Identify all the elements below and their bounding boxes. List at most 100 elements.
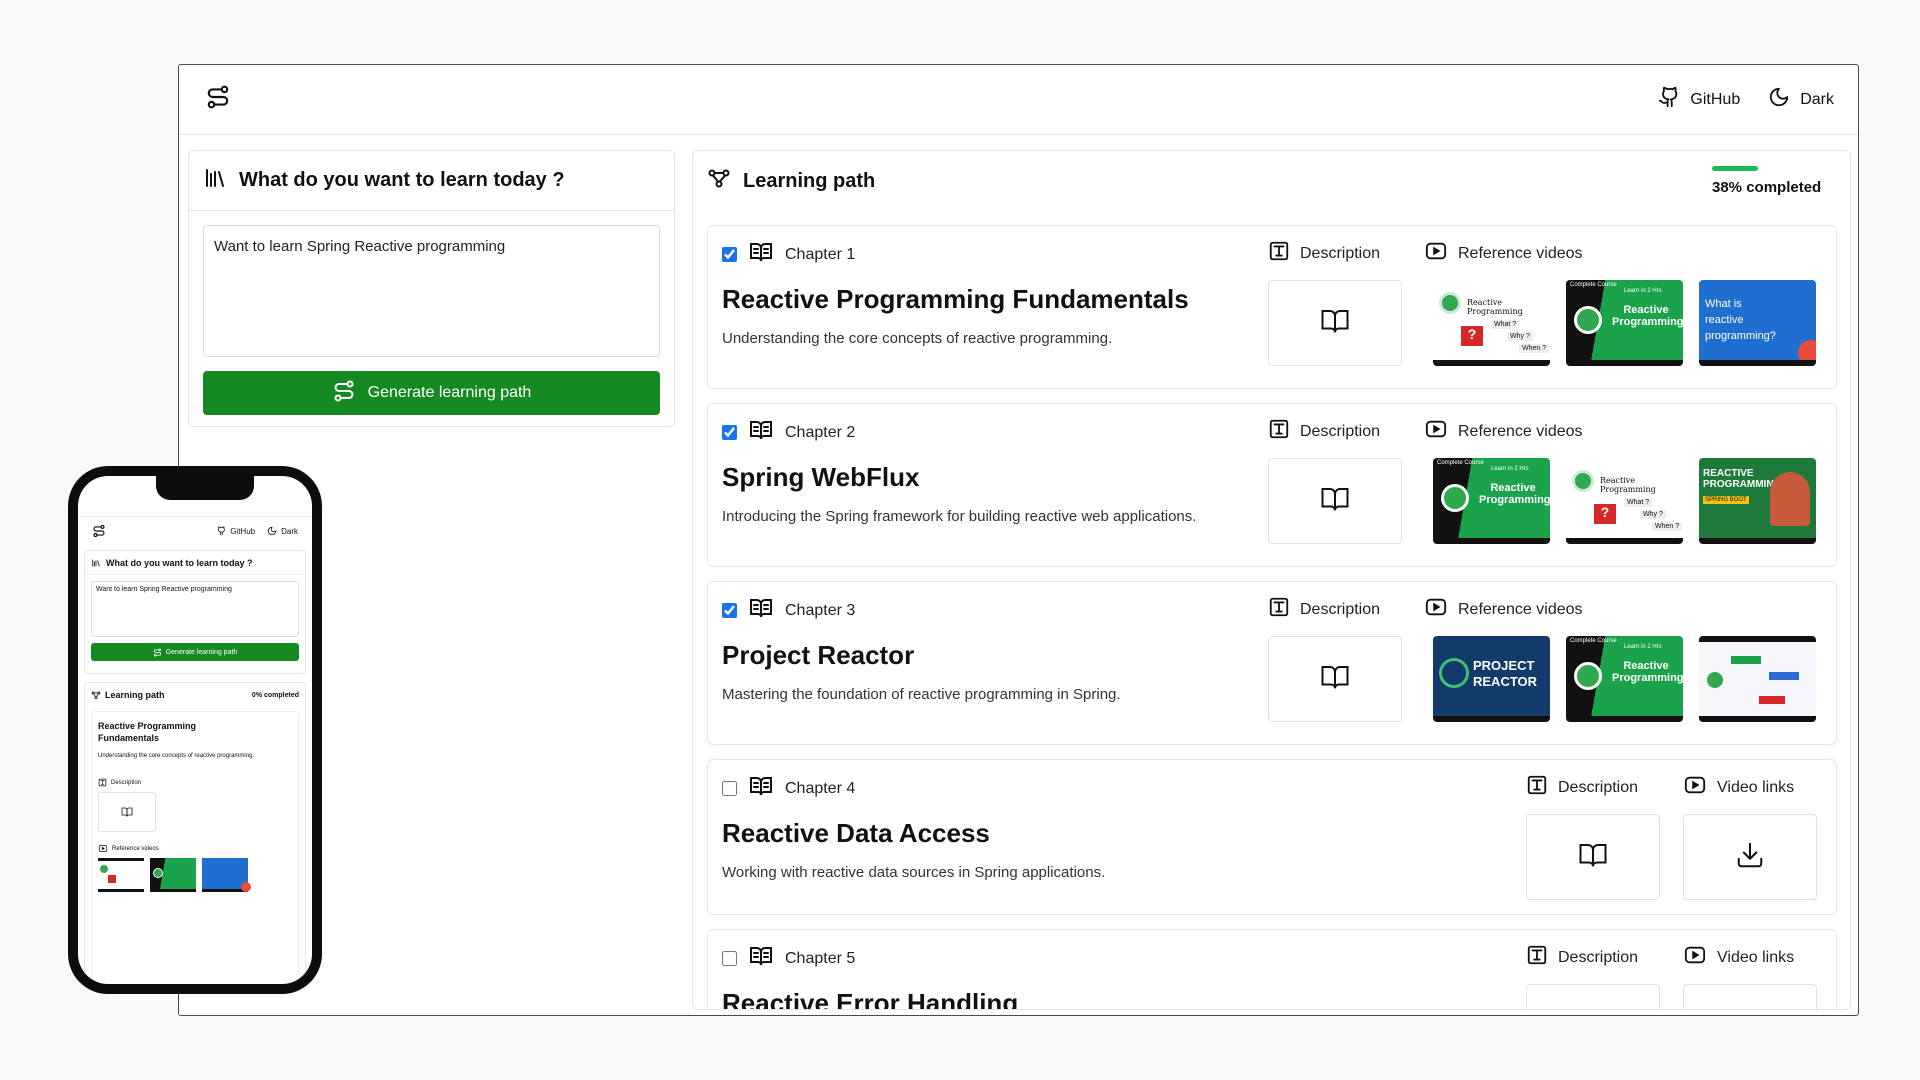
phone-notch [156,476,254,500]
desktop-window: GitHub Dark What do you want to learn to… [178,64,1859,1016]
reference-videos-label-text: Reference videos [1458,422,1583,440]
chapter-title: Reactive Error Handling [722,988,1019,1010]
spring-leaf-icon [1441,484,1469,512]
reference-videos-label-text: Reference videos [112,845,159,852]
chapter-complete-checkbox[interactable] [722,247,737,262]
learning-path-header: Learning path 38% completed [693,151,1850,211]
description-label: Description [1268,240,1380,267]
theme-toggle[interactable]: Dark [1768,86,1834,113]
video-links-label-text: Video links [1717,948,1795,966]
video-thumbnail[interactable]: Complete Course Learn in 2 Hrs Reactive … [1433,458,1550,544]
chapter-title: Project Reactor [722,640,915,670]
github-link[interactable]: GitHub [1658,86,1740,113]
fetch-videos-button[interactable] [1683,814,1817,900]
chapter-card: Chapter 2 Spring WebFlux Introducing the… [707,403,1837,567]
theme-toggle[interactable]: Dark [267,526,298,536]
spring-leaf-icon [1439,292,1461,314]
route-logo-icon[interactable] [205,84,231,115]
chapter-number: Chapter 3 [785,601,856,619]
thumb-text: Complete Course [1570,638,1617,644]
video-icon [1683,944,1707,971]
thumb-text: Why ? [1640,510,1666,519]
progress-fill [1712,166,1758,171]
diagram-box [1759,696,1785,704]
video-links-label: Video links [1683,774,1794,801]
generate-learning-path-button[interactable]: Generate learning path [91,643,299,661]
fetch-videos-button[interactable] [1683,984,1817,1009]
diagram-box [1769,672,1799,680]
thumb-text: What is reactive programming? [1705,298,1776,342]
chapter-complete-checkbox[interactable] [722,603,737,618]
video-thumbnail[interactable]: Complete Course Learn in 2 Hrs Reactive … [1566,636,1683,722]
thumb-text: When ? [1519,344,1550,353]
open-description-button[interactable] [1268,636,1402,722]
progress-label: 0% completed [251,691,299,699]
text-box-icon [1268,596,1290,623]
description-label-text: Description [1300,600,1381,618]
video-thumbnail[interactable] [150,858,196,892]
thumb-text: Reactive Programming [1600,476,1656,494]
book-icon [121,807,133,817]
reference-videos-label: Reference videos [1424,418,1583,445]
video-thumbnail[interactable] [1699,636,1816,722]
github-icon [218,526,225,536]
thumb-text: Reactive Programming [1479,482,1550,506]
generate-learning-path-button[interactable]: Generate learning path [203,371,660,415]
learning-goal-input[interactable]: Want to learn Spring Reactive programmin… [91,581,299,637]
text-box-icon [98,778,107,787]
video-thumbnail[interactable]: Reactive Programming ? What ? Why ? When… [1566,458,1683,544]
progress-indicator: 38% completed [1712,166,1832,196]
moon-icon [267,526,277,536]
open-description-button[interactable] [1268,458,1402,544]
video-thumbnail[interactable]: PROJECT REACTOR [1433,636,1550,722]
video-thumbnail[interactable]: Complete Course Learn in 2 Hrs Reactive … [1566,280,1683,366]
diagram-box [1731,656,1761,664]
chapter-complete-checkbox[interactable] [722,425,737,440]
video-thumbnail[interactable] [98,858,144,892]
chapter-description: Understanding the core concepts of react… [98,753,255,759]
description-label: Description [1526,944,1638,971]
learning-path-title: Learning path [743,169,876,192]
open-description-button[interactable] [1526,984,1660,1009]
chapter-card: Chapter 5 Reactive Error Handling Descri… [707,929,1837,1010]
book-open-text-icon [749,240,773,269]
thumb-text: Reactive Programming [1612,304,1683,328]
description-label: Description [1268,596,1380,623]
learning-path-card: Learning path 0% completed Reactive Prog… [84,682,306,984]
video-thumbnail[interactable]: Reactive Programming ? What ? Why ? When… [1433,280,1550,366]
spring-leaf-icon [1707,672,1723,688]
video-thumbnail[interactable]: REACTIVE PROGRAMMING SPRING BOOT [1699,458,1816,544]
open-description-button[interactable] [98,792,156,832]
text-box-icon [1526,774,1548,801]
reference-videos-label: Reference videos [1424,596,1583,623]
open-description-button[interactable] [1268,280,1402,366]
question-icon: ? [1594,504,1616,524]
workflow-icon [707,166,731,196]
learning-goal-input[interactable]: Want to learn Spring Reactive programmin… [203,225,660,357]
library-icon [92,559,100,566]
chapter-number: Chapter 1 [785,245,856,263]
book-icon [1576,840,1610,875]
video-icon [98,845,108,852]
phone-topbar-right: GitHub Dark [216,526,298,536]
chapter-number: Chapter 2 [785,423,856,441]
prompt-title: What do you want to learn today ? [239,169,565,191]
github-link[interactable]: GitHub [216,526,255,536]
chapter-complete-checkbox[interactable] [722,781,737,796]
open-description-button[interactable] [1526,814,1660,900]
video-thumbnail[interactable] [202,858,251,892]
video-icon [1683,774,1707,801]
chapter-card: Chapter 3 Project Reactor Mastering the … [707,581,1837,745]
chapter-description: Working with reactive data sources in Sp… [722,864,1106,881]
description-label: Description [1526,774,1638,801]
thumb-text: Complete Course [1437,460,1484,466]
video-thumbnail[interactable]: What is reactive programming? [1699,280,1816,366]
github-label: GitHub [230,526,256,536]
thumb-text: Reactive Programming [1612,660,1683,684]
chapter-complete-checkbox[interactable] [722,951,737,966]
text-box-icon [1268,418,1290,445]
description-label: Description [1268,418,1380,445]
route-logo-icon[interactable] [92,524,106,543]
theme-label: Dark [281,526,298,536]
chapter-card: Reactive Programming Fundamentals Unders… [91,711,299,984]
